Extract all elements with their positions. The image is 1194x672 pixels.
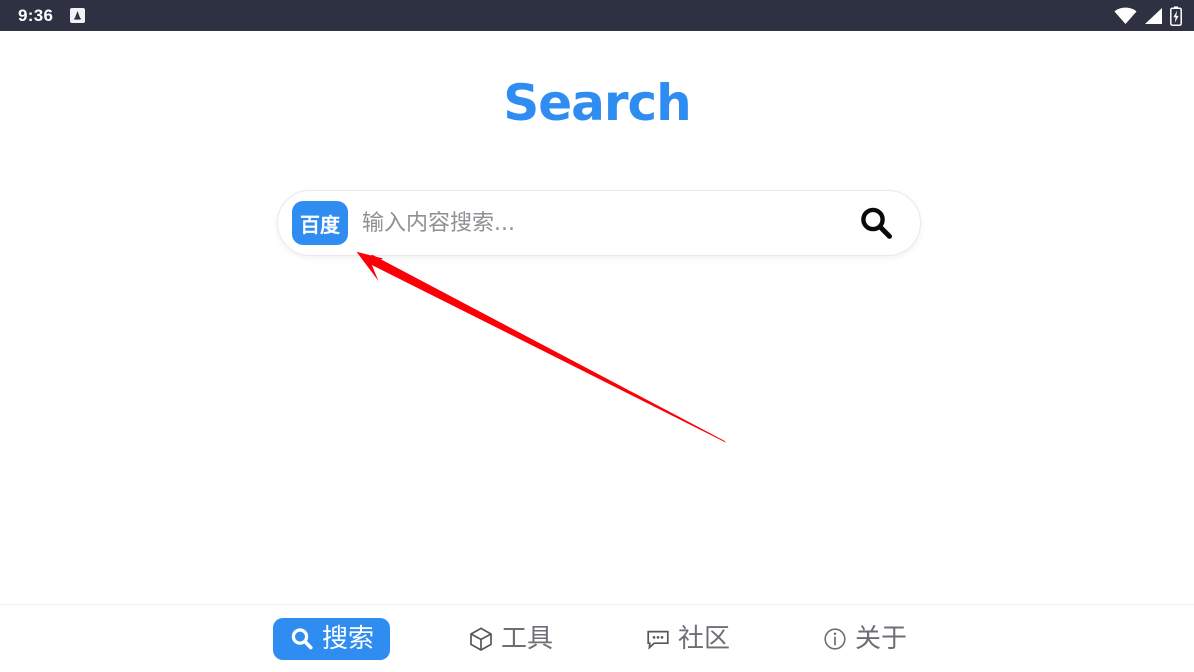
search-bar[interactable]: 百度 — [277, 190, 921, 256]
search-input[interactable] — [362, 210, 854, 236]
cube-box-icon — [468, 626, 494, 652]
tab-tools[interactable]: 工具 — [454, 618, 567, 660]
signal-bars-icon — [1144, 7, 1163, 25]
page-title: Search — [503, 74, 692, 132]
tab-label: 工具 — [500, 623, 553, 654]
status-bar-indicators — [1114, 5, 1182, 26]
battery-charging-icon — [1170, 5, 1182, 26]
search-submit-button[interactable] — [854, 201, 898, 245]
tab-community[interactable]: 社区 — [631, 618, 744, 660]
tab-search[interactable]: 搜索 — [272, 617, 390, 660]
tab-label: 社区 — [678, 623, 731, 654]
tab-label: 搜索 — [321, 623, 374, 654]
bottom-tab-bar: 搜索 工具 社区 关于 — [0, 604, 1194, 672]
app-notification-icon — [70, 8, 86, 23]
info-circle-icon — [822, 626, 848, 652]
search-magnifier-icon — [289, 626, 315, 652]
chat-bubble-icon — [645, 626, 671, 652]
status-bar-time: 9:36 — [18, 5, 54, 25]
search-bar-container: 百度 — [277, 190, 921, 256]
status-bar: 9:36 — [0, 0, 1194, 31]
tab-label: 关于 — [855, 623, 908, 654]
search-engine-badge[interactable]: 百度 — [292, 201, 348, 245]
search-magnifier-icon — [856, 203, 896, 243]
wifi-icon — [1114, 7, 1137, 25]
tab-about[interactable]: 关于 — [808, 618, 921, 660]
